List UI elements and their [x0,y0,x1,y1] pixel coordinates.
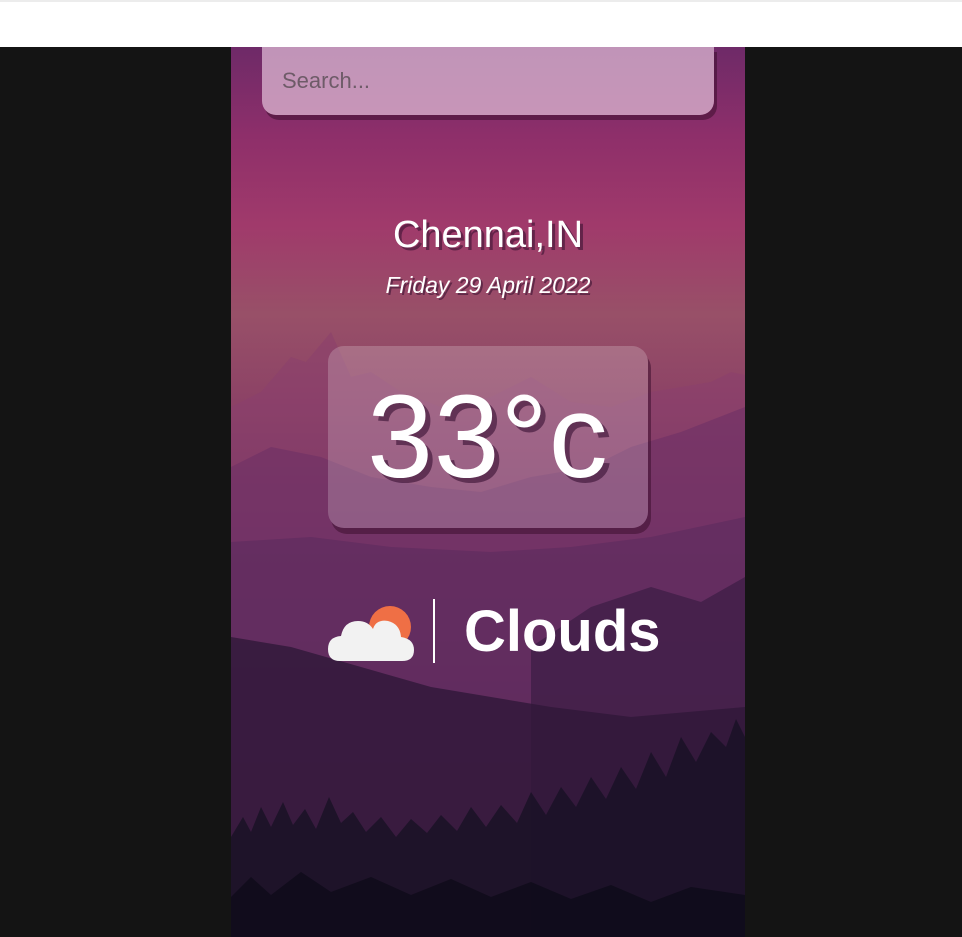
browser-top-bar [0,0,962,47]
temperature-value: 33°c [367,371,609,503]
current-date: Friday 29 April 2022 [385,272,591,298]
weather-app: Chennai,IN Friday 29 April 2022 33°c Clo… [231,47,745,937]
cloud-sun-icon [328,606,414,661]
condition-label: Clouds [464,599,661,664]
condition-divider [433,599,435,663]
location-name: Chennai,IN [392,214,584,256]
page: Chennai,IN Friday 29 April 2022 33°c Clo… [0,0,962,937]
weather-condition: Clouds [328,595,668,667]
temperature-card: 33°c [328,346,648,528]
search-input[interactable] [262,47,714,115]
